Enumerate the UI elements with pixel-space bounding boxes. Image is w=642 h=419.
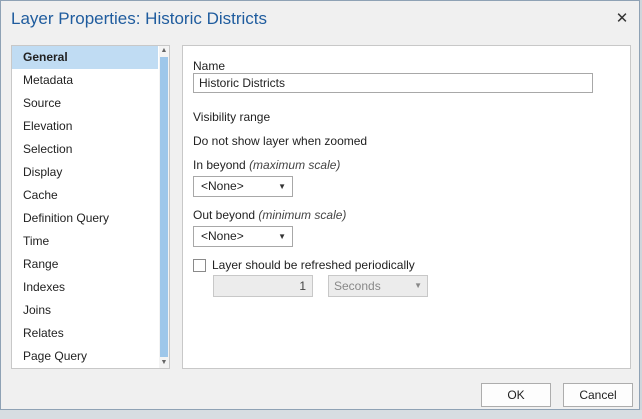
refresh-interval-input[interactable] xyxy=(213,275,313,297)
scroll-thumb[interactable] xyxy=(160,57,168,357)
nav-scrollbar[interactable]: ▲ ▼ xyxy=(159,46,169,368)
visibility-range-label: Visibility range xyxy=(193,110,271,124)
out-beyond-text: Out beyond xyxy=(193,208,256,222)
nav-item-cache[interactable]: Cache xyxy=(12,184,158,207)
out-beyond-hint: (minimum scale) xyxy=(258,208,347,222)
chevron-down-icon: ▼ xyxy=(278,232,286,241)
nav-item-general[interactable]: General xyxy=(12,46,158,69)
out-beyond-select[interactable]: <None> ▼ xyxy=(193,226,293,247)
nav-items: General Metadata Source Elevation Select… xyxy=(12,46,158,368)
nav-item-selection[interactable]: Selection xyxy=(12,138,158,161)
layer-properties-dialog: Layer Properties: Historic Districts ✕ G… xyxy=(0,0,640,410)
refresh-label[interactable]: Layer should be refreshed periodically xyxy=(212,258,415,272)
in-beyond-hint: (maximum scale) xyxy=(249,158,341,172)
scroll-down-icon[interactable]: ▼ xyxy=(159,358,169,368)
refresh-unit-value: Seconds xyxy=(334,279,381,293)
title-bar: Layer Properties: Historic Districts ✕ xyxy=(1,1,639,41)
refresh-unit-select[interactable]: Seconds ▼ xyxy=(328,275,428,297)
close-icon[interactable]: ✕ xyxy=(613,10,631,28)
visibility-description: Do not show layer when zoomed xyxy=(193,134,368,148)
in-beyond-text: In beyond xyxy=(193,158,246,172)
ok-button[interactable]: OK xyxy=(481,383,551,407)
nav-item-range[interactable]: Range xyxy=(12,253,158,276)
layer-name-field[interactable] xyxy=(193,73,593,93)
nav-item-joins[interactable]: Joins xyxy=(12,299,158,322)
cancel-button[interactable]: Cancel xyxy=(563,383,633,407)
nav-item-relates[interactable]: Relates xyxy=(12,322,158,345)
nav-item-source[interactable]: Source xyxy=(12,92,158,115)
nav-item-metadata[interactable]: Metadata xyxy=(12,69,158,92)
background-map-strip xyxy=(0,410,642,419)
general-panel: Name Visibility range Do not show layer … xyxy=(182,45,631,369)
out-beyond-label: Out beyond (minimum scale) xyxy=(193,208,346,222)
dialog-title: Layer Properties: Historic Districts xyxy=(11,9,268,28)
scroll-up-icon[interactable]: ▲ xyxy=(159,46,169,56)
in-beyond-label: In beyond (maximum scale) xyxy=(193,158,340,172)
nav-item-time[interactable]: Time xyxy=(12,230,158,253)
out-beyond-value: <None> xyxy=(201,229,244,243)
nav-item-page-query[interactable]: Page Query xyxy=(12,345,158,368)
refresh-checkbox[interactable] xyxy=(193,259,206,272)
in-beyond-select[interactable]: <None> ▼ xyxy=(193,176,293,197)
in-beyond-value: <None> xyxy=(201,179,244,193)
nav-item-definition-query[interactable]: Definition Query xyxy=(12,207,158,230)
chevron-down-icon: ▼ xyxy=(414,281,422,290)
nav-item-display[interactable]: Display xyxy=(12,161,158,184)
properties-nav-list: General Metadata Source Elevation Select… xyxy=(11,45,170,369)
chevron-down-icon: ▼ xyxy=(278,182,286,191)
nav-item-indexes[interactable]: Indexes xyxy=(12,276,158,299)
name-label: Name xyxy=(193,59,226,73)
nav-item-elevation[interactable]: Elevation xyxy=(12,115,158,138)
